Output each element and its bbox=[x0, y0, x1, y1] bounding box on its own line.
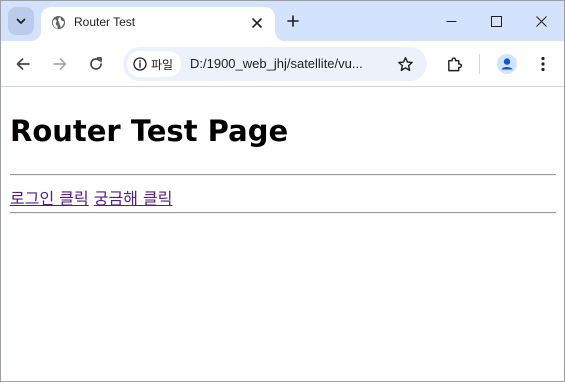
close-icon bbox=[535, 15, 547, 27]
forward-button[interactable] bbox=[46, 50, 74, 78]
arrow-left-icon bbox=[16, 58, 30, 70]
page-content: Router Test Page 로그인 클릭 궁금해 클릭 bbox=[1, 88, 564, 381]
new-tab-button[interactable] bbox=[282, 10, 304, 32]
more-vertical-icon bbox=[541, 56, 545, 72]
window-close-button[interactable] bbox=[518, 1, 564, 41]
puzzle-icon bbox=[447, 56, 462, 71]
reload-icon bbox=[90, 57, 102, 70]
browser-window: Router Test 파일 D:/1900_web_jhj/satellite… bbox=[0, 0, 565, 382]
profile-button[interactable] bbox=[493, 50, 521, 78]
close-icon bbox=[252, 18, 262, 28]
info-icon bbox=[133, 57, 147, 71]
back-button[interactable] bbox=[9, 50, 37, 78]
tab-close-button[interactable] bbox=[247, 13, 267, 33]
login-link[interactable]: 로그인 클릭 bbox=[10, 189, 89, 208]
minimize-button[interactable] bbox=[428, 1, 474, 41]
star-icon bbox=[397, 56, 413, 71]
active-tab[interactable]: Router Test bbox=[41, 7, 275, 41]
toolbar-divider bbox=[479, 54, 480, 74]
url-text[interactable]: D:/1900_web_jhj/satellite/vu... bbox=[190, 56, 363, 71]
divider bbox=[10, 174, 556, 176]
tab-strip: Router Test bbox=[1, 1, 564, 41]
divider bbox=[10, 212, 556, 214]
maximize-button[interactable] bbox=[473, 1, 519, 41]
chevron-down-icon bbox=[16, 18, 26, 24]
curious-link[interactable]: 궁금해 클릭 bbox=[94, 189, 173, 208]
browser-toolbar: 파일 D:/1900_web_jhj/satellite/vu... bbox=[1, 41, 564, 87]
bookmark-star-button[interactable] bbox=[395, 54, 415, 74]
maximize-icon bbox=[490, 15, 502, 27]
arrow-right-icon bbox=[53, 58, 67, 70]
nav-links: 로그인 클릭 궁금해 클릭 bbox=[10, 185, 172, 209]
site-chip-label: 파일 bbox=[151, 57, 174, 72]
menu-button[interactable] bbox=[529, 50, 557, 78]
site-info-chip[interactable]: 파일 bbox=[127, 51, 181, 77]
avatar-icon bbox=[497, 54, 517, 74]
globe-icon bbox=[51, 15, 66, 30]
tab-title: Router Test bbox=[74, 15, 136, 29]
extensions-button[interactable] bbox=[440, 50, 468, 78]
address-bar[interactable]: 파일 D:/1900_web_jhj/satellite/vu... bbox=[123, 47, 427, 81]
page-title: Router Test Page bbox=[10, 114, 289, 148]
reload-button[interactable] bbox=[82, 50, 110, 78]
plus-icon bbox=[287, 15, 299, 27]
minimize-icon bbox=[446, 20, 456, 22]
